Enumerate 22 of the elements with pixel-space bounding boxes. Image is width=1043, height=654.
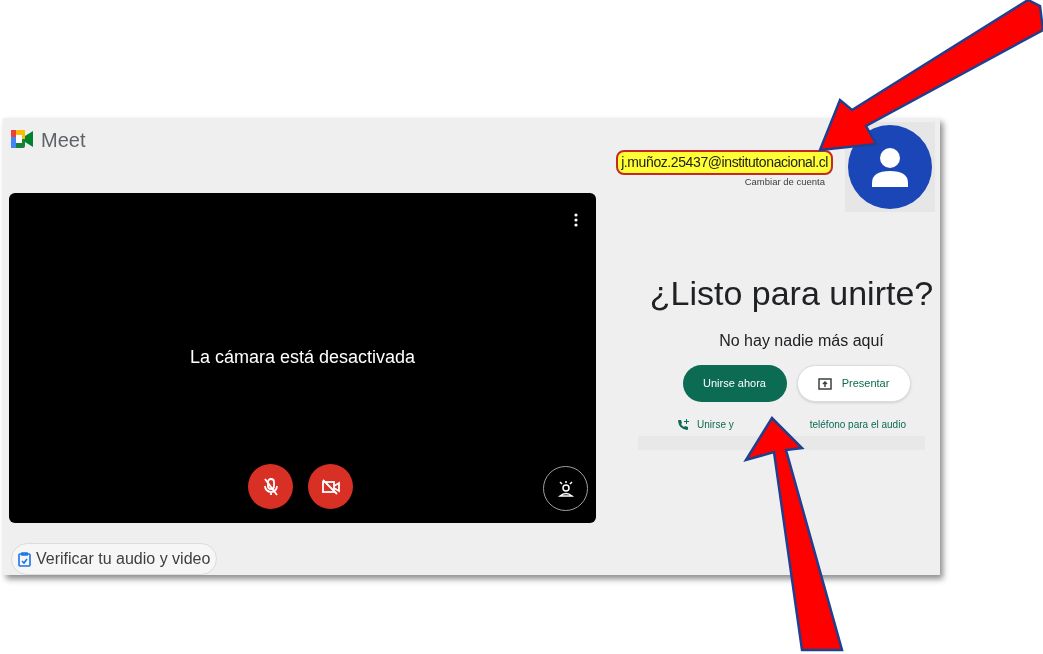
- person-sparkle-icon: [556, 479, 575, 498]
- nobody-here-text: No hay nadie más aquí: [719, 331, 884, 351]
- phone-add-icon: [677, 418, 690, 431]
- phone-audio-link[interactable]: Unirse y teléfono para el audio: [677, 417, 906, 432]
- more-options-button[interactable]: [574, 212, 578, 227]
- clipboard-icon: [18, 551, 31, 567]
- check-audio-video-button[interactable]: Verificar tu audio y video: [11, 543, 218, 575]
- microphone-button[interactable]: [248, 464, 293, 509]
- account-email: j.muñoz.25437@institutonacional.cl: [616, 150, 833, 175]
- switch-account-link[interactable]: Cambiar de cuenta: [744, 175, 825, 190]
- present-icon: [817, 377, 832, 390]
- microphone-icon: [262, 477, 279, 496]
- camera-icon: [321, 478, 340, 495]
- avatar-icon[interactable]: [848, 125, 932, 209]
- app-name: Meet: [41, 130, 86, 150]
- ready-heading: ¿Listo para unirte?: [649, 273, 934, 314]
- present-button[interactable]: Presentar: [796, 365, 911, 402]
- camera-button[interactable]: [308, 464, 353, 509]
- more-icon: [574, 212, 578, 227]
- join-now-button[interactable]: Unirse ahora: [682, 365, 787, 402]
- camera-off-message: La cámara está desactivada: [189, 346, 416, 370]
- camera-logo-icon: [11, 130, 33, 148]
